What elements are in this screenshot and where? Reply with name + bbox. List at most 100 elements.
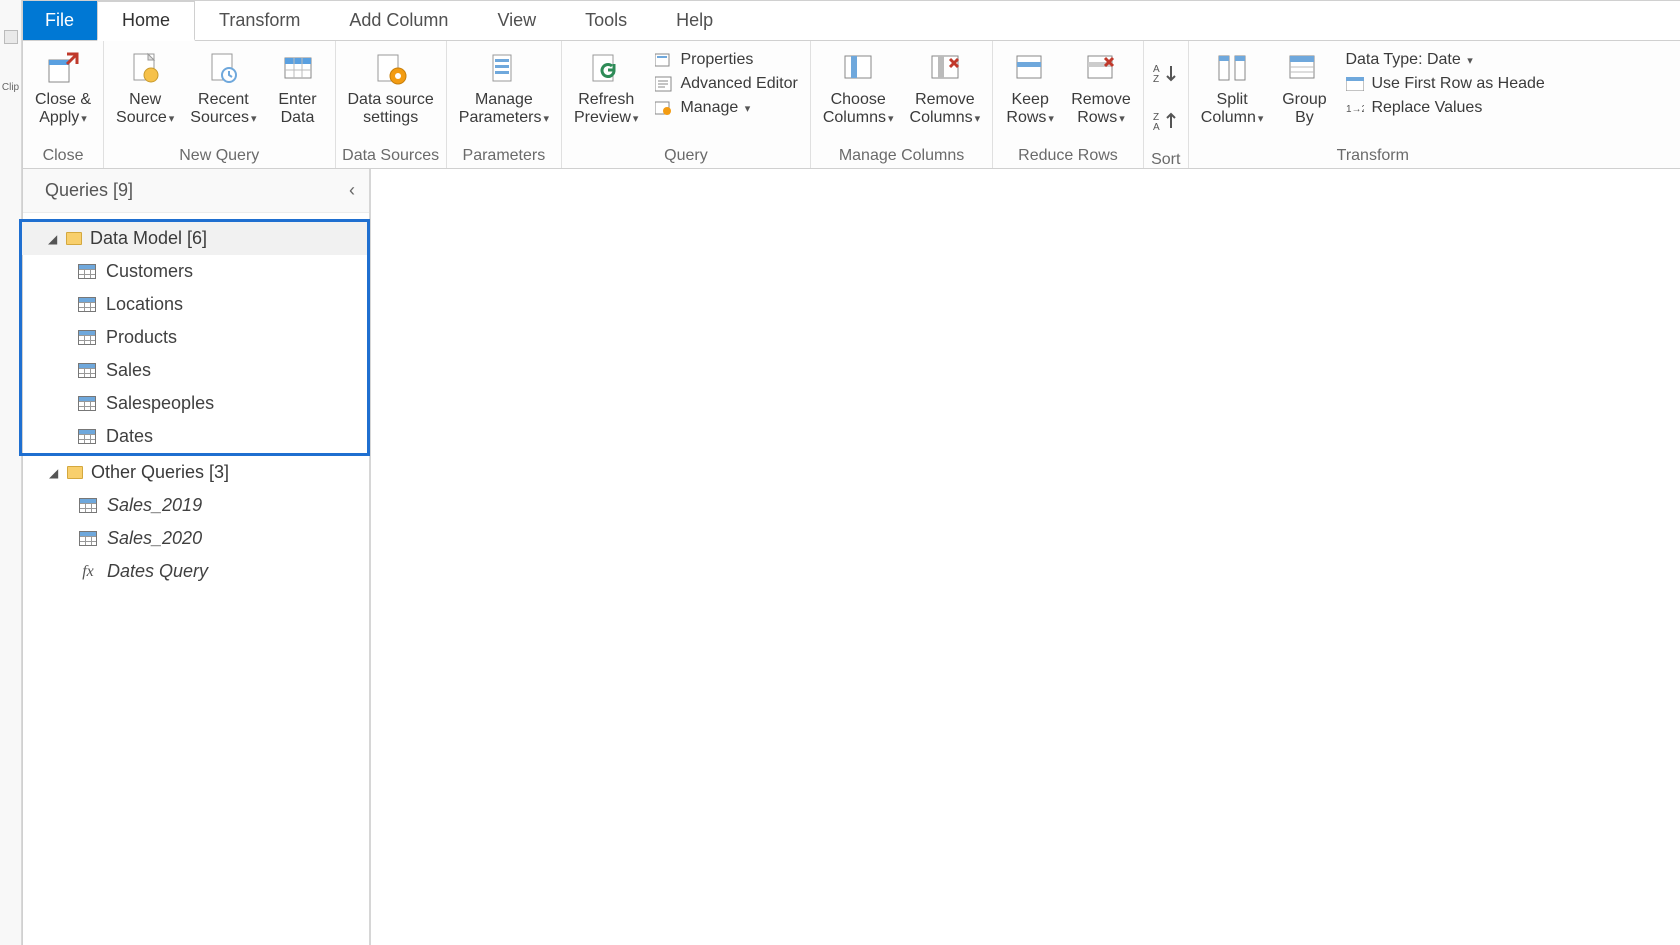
table-icon xyxy=(78,330,96,345)
group-label-manage-columns: Manage Columns xyxy=(817,145,986,166)
query-item[interactable]: Salespeoples xyxy=(22,387,367,420)
recent-sources-button[interactable]: Recent Sources▾ xyxy=(184,45,262,130)
expand-collapse-icon: ◢ xyxy=(48,232,58,246)
keep-rows-button[interactable]: Keep Rows▾ xyxy=(999,45,1061,130)
remove-columns-button[interactable]: Remove Columns▾ xyxy=(904,45,987,130)
table-icon xyxy=(78,396,96,411)
collapse-pane-button[interactable]: ‹ xyxy=(349,180,355,201)
query-folder[interactable]: ◢Data Model [6] xyxy=(22,222,367,255)
group-label-query: Query xyxy=(568,145,804,166)
query-item[interactable]: Customers xyxy=(22,255,367,288)
new-source-icon xyxy=(126,49,164,87)
choose-columns-label: Choose Columns▾ xyxy=(823,91,894,128)
ribbon-group-parameters: Manage Parameters▾ Parameters xyxy=(447,41,562,168)
table-icon xyxy=(78,429,96,444)
new-source-label: New Source▾ xyxy=(116,91,174,128)
ribbon-group-transform: Split Column▾ Group By Data Type: Date ▾… xyxy=(1189,41,1557,168)
clipboard-icon xyxy=(4,30,18,44)
ribbon-group-manage-columns: Choose Columns▾ Remove Columns▾ Manage C… xyxy=(811,41,993,168)
enter-data-button[interactable]: Enter Data xyxy=(267,45,329,130)
tab-home[interactable]: Home xyxy=(97,1,195,41)
replace-values-button[interactable]: 1→2 Replace Values xyxy=(1339,97,1550,119)
tab-file[interactable]: File xyxy=(23,1,97,40)
table-icon xyxy=(78,264,96,279)
table-icon xyxy=(78,363,96,378)
query-item[interactable]: fxDates Query xyxy=(23,555,369,588)
power-query-editor-window: File Home Transform Add Column View Tool… xyxy=(22,0,1680,945)
tab-transform[interactable]: Transform xyxy=(195,1,325,40)
properties-label: Properties xyxy=(680,51,753,69)
query-folder-block: ◢Data Model [6] Customers Locations Product… xyxy=(19,219,370,456)
queries-pane: Queries [9] ‹ ◢Data Model [6] Customers Lo… xyxy=(23,169,371,945)
queries-tree: ◢Data Model [6] Customers Locations Product… xyxy=(23,213,369,594)
refresh-preview-label: Refresh Preview▾ xyxy=(574,91,638,128)
manage-query-button[interactable]: Manage ▾ xyxy=(648,97,803,119)
content-area: Queries [9] ‹ ◢Data Model [6] Customers Lo… xyxy=(23,169,1680,945)
query-item-label: Sales xyxy=(106,360,151,381)
folder-icon xyxy=(66,232,82,245)
ribbon-group-data-sources: Data source settings Data Sources xyxy=(336,41,447,168)
group-label-transform: Transform xyxy=(1195,145,1551,166)
ribbon-group-reduce-rows: Keep Rows▾ Remove Rows▾ Reduce Rows xyxy=(993,41,1144,168)
group-by-icon xyxy=(1285,49,1323,87)
queries-pane-header: Queries [9] ‹ xyxy=(23,169,369,213)
table-icon xyxy=(79,531,97,546)
manage-parameters-button[interactable]: Manage Parameters▾ xyxy=(453,45,555,130)
query-item[interactable]: Dates xyxy=(22,420,367,453)
new-source-button[interactable]: New Source▾ xyxy=(110,45,180,130)
data-source-settings-icon xyxy=(372,49,410,87)
advanced-editor-button[interactable]: Advanced Editor xyxy=(648,73,803,95)
replace-values-label: Replace Values xyxy=(1371,99,1482,117)
remove-columns-icon xyxy=(926,49,964,87)
split-column-button[interactable]: Split Column▾ xyxy=(1195,45,1270,130)
svg-text:A: A xyxy=(1153,122,1160,132)
query-item-label: Sales_2020 xyxy=(107,528,202,549)
group-label-close: Close xyxy=(29,145,97,166)
tab-tools[interactable]: Tools xyxy=(561,1,652,40)
sort-descending-button[interactable]: ZA xyxy=(1152,99,1180,143)
ribbon-group-new-query: New Source▾ Recent Sources▾ Enter Data N… xyxy=(104,41,335,168)
query-item-label: Locations xyxy=(106,294,183,315)
remove-rows-label: Remove Rows▾ xyxy=(1071,91,1131,128)
query-item[interactable]: Locations xyxy=(22,288,367,321)
folder-label: Other Queries [3] xyxy=(91,462,229,483)
manage-parameters-label: Manage Parameters▾ xyxy=(459,91,549,128)
group-label-data-sources: Data Sources xyxy=(342,145,440,166)
query-item[interactable]: Sales xyxy=(22,354,367,387)
remove-rows-button[interactable]: Remove Rows▾ xyxy=(1065,45,1137,130)
close-and-apply-button[interactable]: Close & Apply▾ xyxy=(29,45,97,130)
query-item-label: Customers xyxy=(106,261,193,282)
data-type-button[interactable]: Data Type: Date ▾ xyxy=(1339,49,1550,71)
ribbon-tabs: File Home Transform Add Column View Tool… xyxy=(23,1,1680,41)
data-source-settings-button[interactable]: Data source settings xyxy=(342,45,440,130)
tab-help[interactable]: Help xyxy=(652,1,738,40)
query-item-label: Dates xyxy=(106,426,153,447)
folder-icon xyxy=(67,466,83,479)
query-folder[interactable]: ◢Other Queries [3] xyxy=(23,456,369,489)
group-by-button[interactable]: Group By xyxy=(1273,45,1335,130)
group-label-parameters: Parameters xyxy=(453,145,555,166)
manage-query-label: Manage ▾ xyxy=(680,99,750,117)
tab-add-column[interactable]: Add Column xyxy=(325,1,473,40)
query-item[interactable]: Sales_2019 xyxy=(23,489,369,522)
remove-columns-label: Remove Columns▾ xyxy=(910,91,981,128)
refresh-preview-button[interactable]: Refresh Preview▾ xyxy=(568,45,644,130)
recent-sources-icon xyxy=(204,49,242,87)
table-icon xyxy=(79,498,97,513)
choose-columns-button[interactable]: Choose Columns▾ xyxy=(817,45,900,130)
first-row-headers-label: Use First Row as Heade xyxy=(1371,75,1544,93)
query-item[interactable]: Sales_2020 xyxy=(23,522,369,555)
group-label-sort: Sort xyxy=(1150,149,1182,170)
sort-ascending-button[interactable]: AZ xyxy=(1152,51,1180,95)
tab-view[interactable]: View xyxy=(473,1,561,40)
query-item-label: Products xyxy=(106,327,177,348)
use-first-row-headers-button[interactable]: Use First Row as Heade xyxy=(1339,73,1550,95)
ribbon-group-close: Close & Apply▾ Close xyxy=(23,41,104,168)
enter-data-label: Enter Data xyxy=(278,91,316,128)
properties-button[interactable]: Properties xyxy=(648,49,803,71)
manage-parameters-icon xyxy=(485,49,523,87)
clip-label: Clip xyxy=(2,82,19,93)
manage-query-icon xyxy=(654,99,674,117)
query-item[interactable]: Products xyxy=(22,321,367,354)
query-item-label: Salespeoples xyxy=(106,393,214,414)
